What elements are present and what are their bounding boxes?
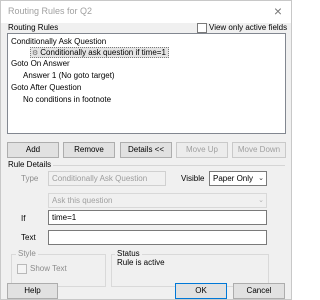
details-button[interactable]: Details << — [120, 142, 172, 158]
tree-node-rule-selected[interactable]: ⚙ Conditionally ask question if time=1 — [30, 47, 169, 58]
type-label: Type — [21, 174, 39, 183]
active-only-label[interactable]: View only active fields — [209, 23, 287, 32]
chevron-down-icon: ⌄ — [258, 197, 264, 204]
help-button[interactable]: Help — [7, 283, 58, 299]
tree-node-conditionally-ask[interactable]: Conditionally Ask Question — [11, 37, 106, 46]
if-condition-input[interactable]: time=1 — [48, 210, 267, 225]
style-label: Style — [16, 249, 38, 258]
text-input[interactable] — [48, 230, 267, 245]
tree-node-rule-label: Conditionally ask question if time=1 — [40, 48, 166, 57]
text-label: Text — [21, 233, 36, 242]
chevron-down-icon: ⌄ — [258, 175, 264, 182]
active-only-checkbox[interactable] — [197, 23, 207, 33]
type-field: Conditionally Ask Question — [48, 171, 166, 186]
tree-node-answer-1[interactable]: Answer 1 (No goto target) — [23, 71, 115, 80]
title-bar: Routing Rules for Q2 × — [1, 1, 291, 23]
visible-label: Visible — [181, 174, 205, 183]
routing-rules-tree[interactable]: Conditionally Ask Question ⚙ Conditionall… — [7, 33, 286, 134]
rule-details-divider — [53, 165, 285, 166]
remove-button[interactable]: Remove — [63, 142, 115, 158]
tree-node-goto-after-question[interactable]: Goto After Question — [11, 83, 81, 92]
add-button[interactable]: Add — [7, 142, 59, 158]
rule-details-label: Rule Details — [8, 160, 52, 169]
rule-icon: ⚙ — [32, 50, 39, 57]
move-down-button[interactable]: Move Down — [232, 142, 286, 158]
window-title: Routing Rules for Q2 — [8, 6, 93, 16]
tree-node-no-conditions[interactable]: No conditions in footnote — [23, 95, 111, 104]
status-label: Status — [115, 249, 142, 258]
ok-button[interactable]: OK — [175, 283, 227, 299]
show-text-checkbox — [17, 264, 27, 274]
tree-node-goto-on-answer[interactable]: Goto On Answer — [11, 59, 70, 68]
routing-rules-dialog: Routing Rules for Q2 × Routing Rules Vie… — [0, 0, 292, 300]
close-icon[interactable]: × — [271, 3, 285, 19]
action-select: Ask this question ⌄ — [48, 193, 267, 208]
visible-select[interactable]: Paper Only ⌄ — [209, 171, 267, 186]
action-select-value: Ask this question — [52, 196, 113, 205]
move-up-button[interactable]: Move Up — [176, 142, 228, 158]
routing-rules-label: Routing Rules — [8, 23, 59, 32]
status-text: Rule is active — [117, 258, 165, 267]
cancel-button[interactable]: Cancel — [233, 283, 285, 299]
show-text-label: Show Text — [30, 264, 67, 273]
visible-select-value: Paper Only — [213, 174, 254, 183]
if-label: If — [21, 214, 26, 223]
